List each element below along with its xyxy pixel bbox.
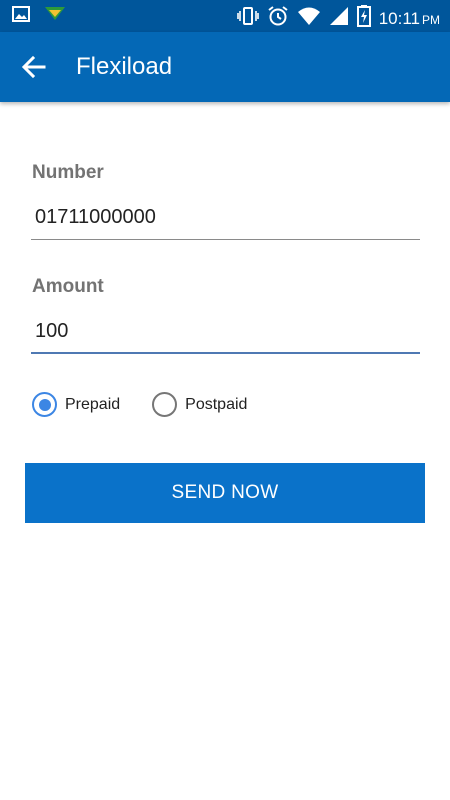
radio-prepaid-circle[interactable] [32,392,57,417]
radio-postpaid-circle[interactable] [152,392,178,417]
radio-prepaid-label: Prepaid [65,395,121,413]
radio-postpaid-label: Postpaid [185,395,248,413]
gallery-icon [12,6,30,27]
plan-radio-group: Prepaid Postpaid [32,392,279,417]
clock-time: 10:11 [378,8,420,28]
status-clock: 10:11 PM [379,9,440,29]
amount-input[interactable] [31,311,420,351]
send-now-button[interactable]: SEND NOW [25,463,425,523]
amount-underline [31,352,420,354]
radio-postpaid[interactable]: Postpaid [152,392,247,417]
number-input[interactable] [31,197,420,237]
number-label: Number [32,162,104,183]
clock-ampm: PM [422,12,440,27]
battery-charging-icon [356,5,371,32]
status-bar: 10:11 PM [0,0,450,32]
arrow-back-icon [21,55,46,79]
alarm-icon [267,5,289,32]
radio-prepaid[interactable]: Prepaid [32,392,120,417]
app-notification-icon [44,6,66,27]
number-underline [31,239,420,240]
app-bar: Flexiload [0,32,450,102]
page-title: Flexiload [76,53,173,80]
vibrate-icon [236,6,259,31]
amount-label: Amount [32,276,104,297]
back-button[interactable] [18,52,50,82]
signal-icon [329,6,349,31]
wifi-icon [297,6,321,31]
